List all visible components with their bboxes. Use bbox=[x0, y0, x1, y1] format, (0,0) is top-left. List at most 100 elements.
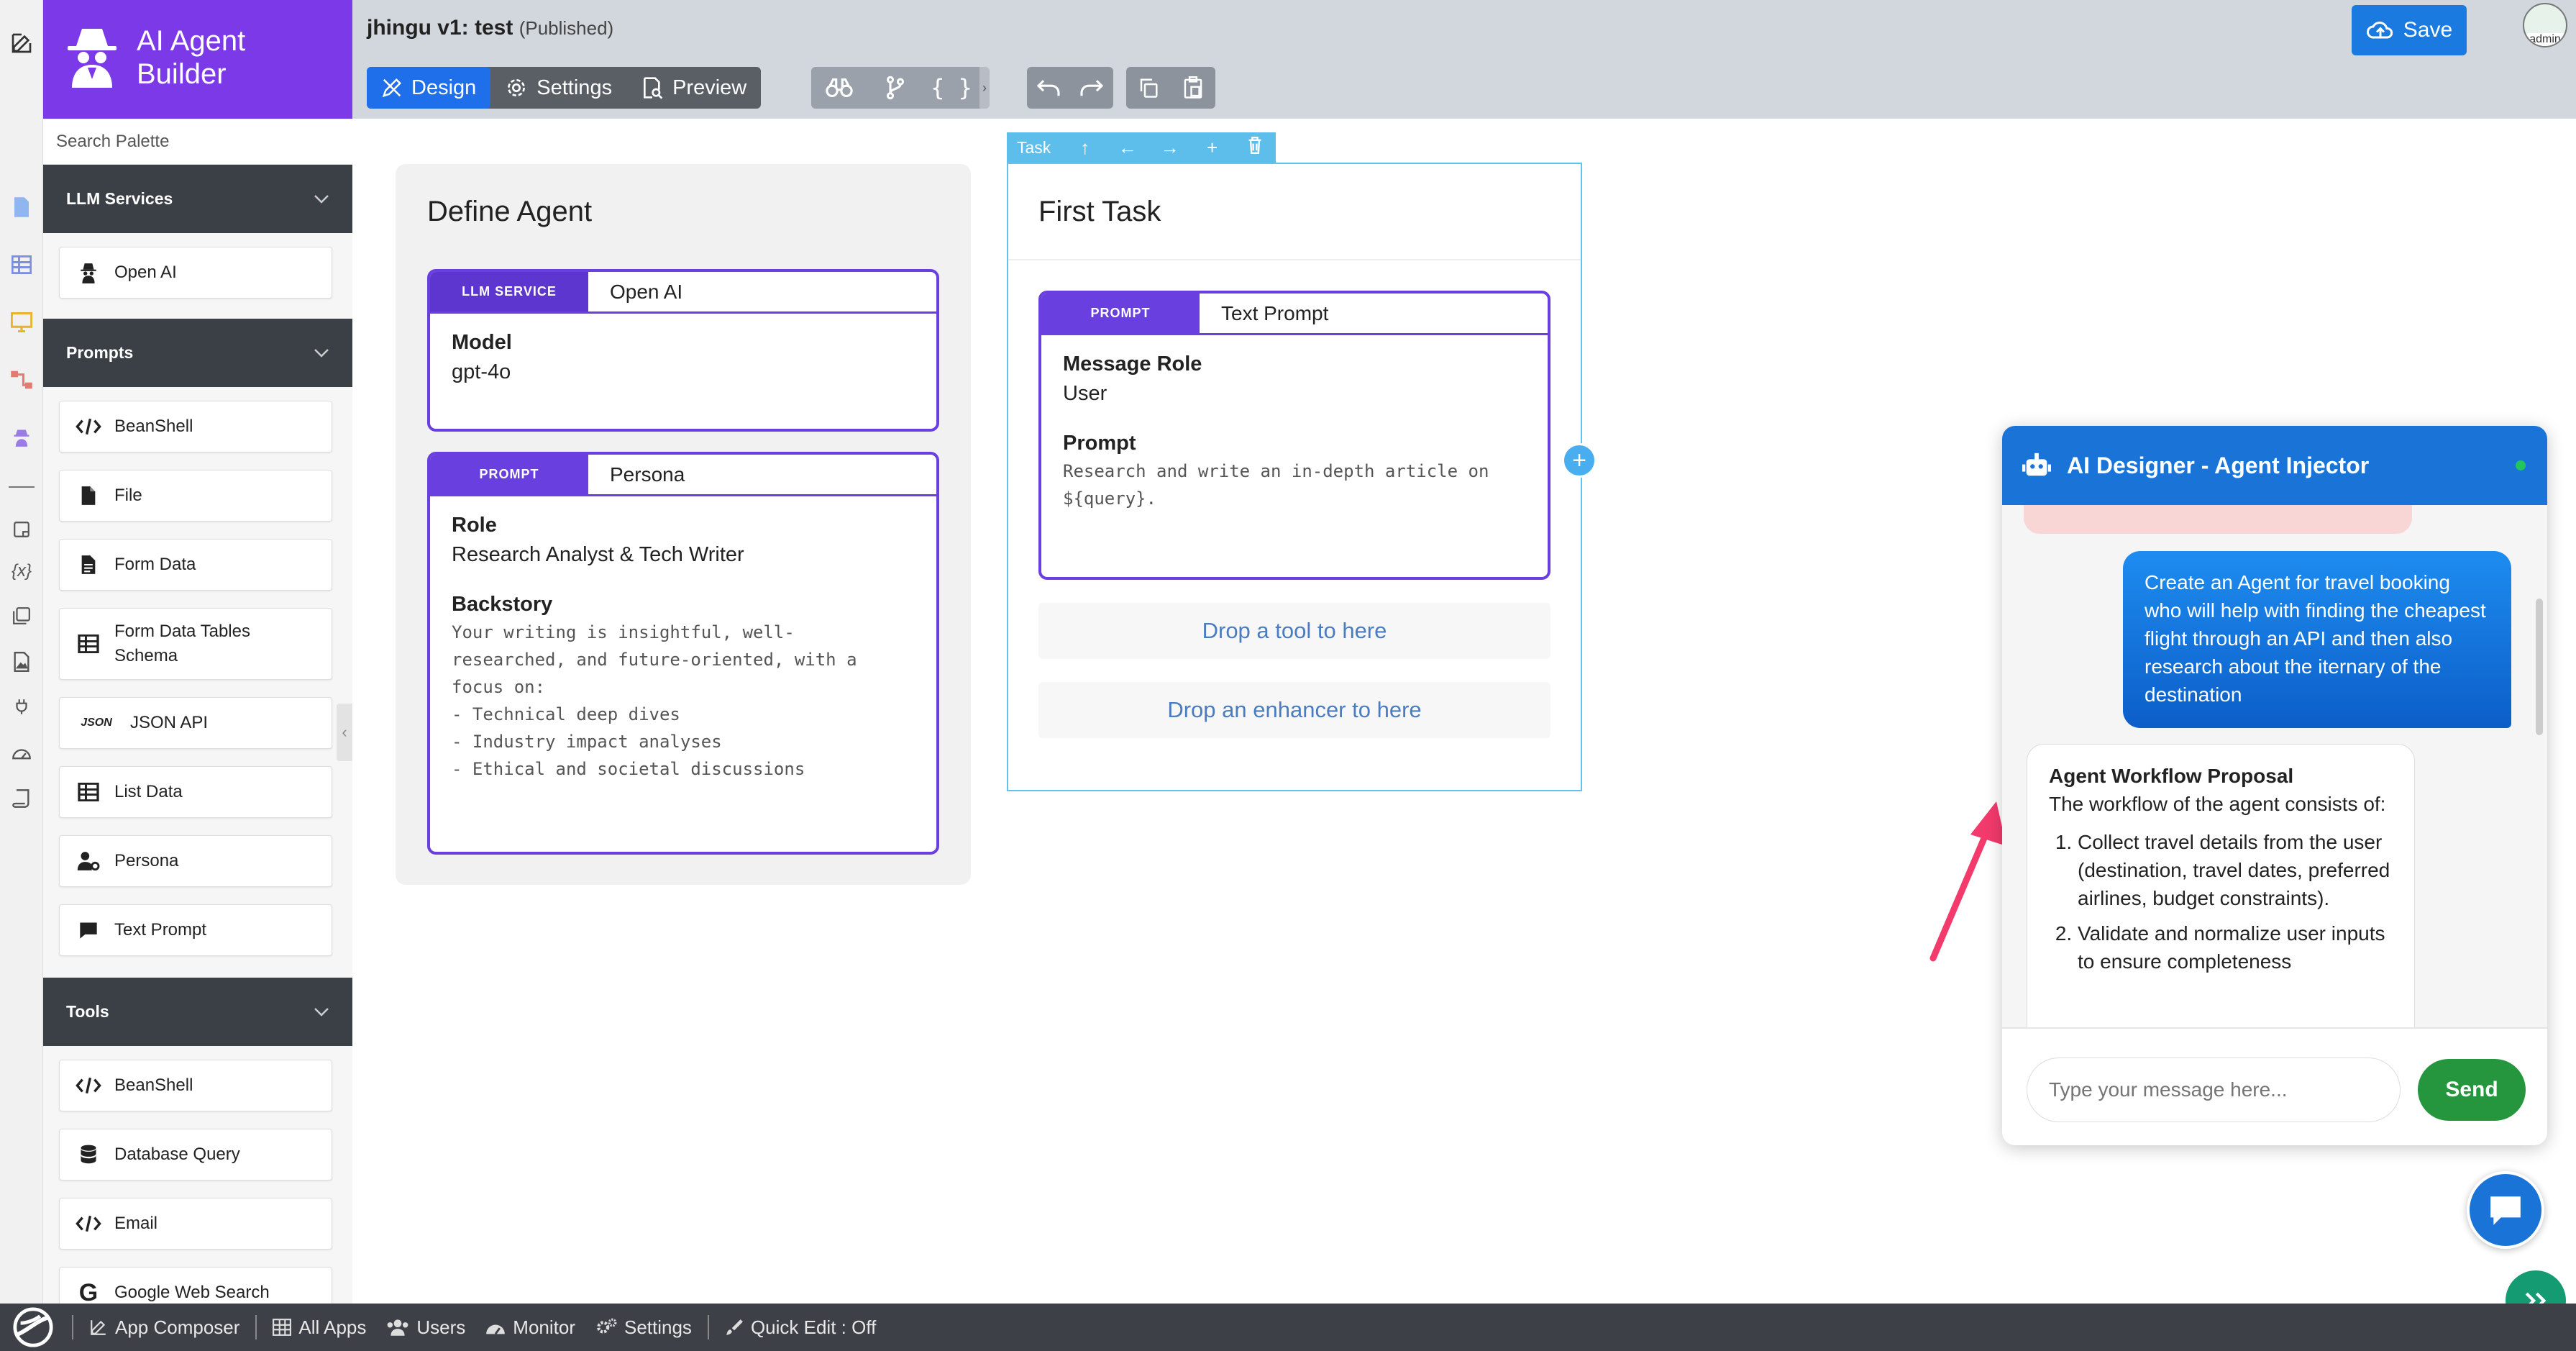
chat-toggle-button[interactable] bbox=[2467, 1171, 2544, 1249]
section-tools[interactable]: Tools bbox=[43, 978, 352, 1046]
move-left-icon[interactable]: ← bbox=[1106, 137, 1148, 159]
send-button[interactable]: Send bbox=[2418, 1059, 2526, 1121]
agent-icon bbox=[76, 262, 101, 283]
card-title: First Task bbox=[1038, 196, 1161, 227]
card-divider bbox=[1008, 259, 1581, 260]
image-file-icon[interactable] bbox=[10, 650, 33, 673]
add-task-icon[interactable]: + bbox=[1562, 443, 1597, 478]
chevron-down-icon bbox=[314, 194, 329, 204]
note-icon[interactable] bbox=[10, 518, 33, 541]
first-task-card[interactable]: First Task PROMPT Text Prompt Message Ro… bbox=[1007, 163, 1582, 791]
user-avatar[interactable]: admin bbox=[2523, 3, 2567, 47]
monitor-link[interactable]: Monitor bbox=[475, 1316, 585, 1339]
online-status-dot bbox=[2516, 460, 2526, 470]
previous-message-bubble bbox=[2024, 505, 2412, 534]
plugin-icon[interactable] bbox=[10, 695, 33, 718]
agent-icon[interactable] bbox=[10, 426, 33, 449]
palette-item-text-prompt[interactable]: Text Prompt bbox=[59, 904, 332, 956]
all-apps-link[interactable]: All Apps bbox=[262, 1316, 376, 1339]
redo-icon[interactable] bbox=[1070, 67, 1113, 109]
preview-icon bbox=[644, 77, 663, 99]
drop-enhancer-zone[interactable]: Drop an enhancer to here bbox=[1038, 682, 1550, 738]
design-tab[interactable]: Design bbox=[367, 67, 491, 109]
script-icon[interactable] bbox=[10, 787, 33, 810]
component-tag: PROMPT bbox=[1041, 294, 1200, 333]
paste-icon[interactable] bbox=[1171, 67, 1215, 109]
drop-tool-zone[interactable]: Drop a tool to here bbox=[1038, 603, 1550, 659]
code-icon bbox=[76, 1077, 101, 1094]
search-palette-input[interactable]: Search Palette bbox=[43, 119, 352, 165]
persona-component[interactable]: PROMPT Persona Role Research Analyst & T… bbox=[427, 452, 939, 855]
gallery-icon[interactable] bbox=[10, 604, 33, 627]
text-prompt-component[interactable]: PROMPT Text Prompt Message Role User Pro… bbox=[1038, 291, 1550, 580]
palette-item-google-web-search[interactable]: G Google Web Search bbox=[59, 1267, 332, 1304]
robot-icon bbox=[2022, 452, 2051, 476]
dashboard-icon[interactable] bbox=[10, 741, 33, 764]
monitor-icon[interactable] bbox=[10, 311, 33, 334]
component-tag: LLM SERVICE bbox=[430, 272, 588, 311]
chat-header: AI Designer - Agent Injector bbox=[2002, 426, 2547, 505]
workflow-icon[interactable] bbox=[10, 368, 33, 391]
tools-toolbar: { } › bbox=[811, 67, 990, 109]
toolbar-expand-icon[interactable]: › bbox=[979, 67, 990, 109]
section-title: LLM Services bbox=[66, 189, 173, 208]
chat-scrollbar[interactable] bbox=[2536, 599, 2543, 735]
palette-item-file[interactable]: File bbox=[59, 470, 332, 522]
move-up-icon[interactable]: ↑ bbox=[1064, 137, 1106, 159]
palette-item-beanshell[interactable]: BeanShell bbox=[59, 401, 332, 452]
gauge-icon bbox=[486, 1324, 506, 1335]
publish-status: (Published) bbox=[519, 17, 614, 39]
branch-icon[interactable] bbox=[867, 67, 923, 109]
variable-icon[interactable]: {x} bbox=[10, 560, 33, 583]
palette-item-json-api[interactable]: JSON JSON API bbox=[59, 697, 332, 749]
component-tag: PROMPT bbox=[430, 455, 588, 494]
edit-icon bbox=[91, 1320, 106, 1335]
move-right-icon[interactable]: → bbox=[1148, 137, 1191, 159]
undo-icon[interactable] bbox=[1027, 67, 1070, 109]
model-value: gpt-4o bbox=[452, 360, 511, 383]
table-icon bbox=[76, 634, 101, 653]
chat-messages[interactable]: Create an Agent for travel booking who w… bbox=[2002, 505, 2547, 1027]
palette-item-form-data[interactable]: Form Data bbox=[59, 539, 332, 591]
bot-message-intro: The workflow of the agent consists of: bbox=[2049, 793, 2386, 815]
message-role-label: Message Role bbox=[1063, 352, 1202, 376]
settings-tab[interactable]: Settings bbox=[490, 67, 626, 109]
palette-item-form-data-tables-schema[interactable]: Form Data Tables Schema bbox=[59, 608, 332, 680]
document-icon[interactable] bbox=[10, 196, 33, 219]
palette-item-open-ai[interactable]: Open AI bbox=[59, 247, 332, 299]
preview-tab[interactable]: Preview bbox=[626, 67, 761, 109]
component-name: Open AI bbox=[610, 280, 683, 303]
logo-icon[interactable] bbox=[0, 1304, 66, 1351]
add-icon[interactable]: + bbox=[1191, 137, 1233, 159]
settings-link[interactable]: Settings bbox=[585, 1316, 702, 1339]
left-icon-rail: {x} bbox=[0, 0, 43, 1304]
palette-item-list-data[interactable]: List Data bbox=[59, 766, 332, 818]
section-llm-services[interactable]: LLM Services bbox=[43, 165, 352, 233]
collapse-palette-handle[interactable]: ‹ bbox=[337, 704, 352, 761]
spy-agent-icon bbox=[63, 26, 121, 91]
palette-item-persona[interactable]: Persona bbox=[59, 835, 332, 887]
quick-edit-toggle[interactable]: Quick Edit : Off bbox=[715, 1316, 886, 1339]
user-gear-icon bbox=[76, 851, 101, 871]
role-value: Research Analyst & Tech Writer bbox=[452, 543, 744, 566]
llm-service-component[interactable]: LLM SERVICE Open AI Model gpt-4o bbox=[427, 269, 939, 432]
edit-icon[interactable] bbox=[10, 32, 33, 55]
user-message-bubble: Create an Agent for travel booking who w… bbox=[2123, 551, 2511, 728]
table-icon[interactable] bbox=[10, 253, 33, 276]
save-button[interactable]: Save bbox=[2352, 5, 2467, 55]
copy-icon[interactable] bbox=[1126, 67, 1171, 109]
gear-icon bbox=[508, 79, 526, 96]
bot-message-title: Agent Workflow Proposal bbox=[2049, 765, 2294, 787]
form-icon bbox=[76, 555, 101, 575]
app-composer-link[interactable]: App Composer bbox=[79, 1316, 250, 1339]
palette-item-tool-beanshell[interactable]: BeanShell bbox=[59, 1060, 332, 1111]
section-prompts[interactable]: Prompts bbox=[43, 319, 352, 387]
palette-item-database-query[interactable]: Database Query bbox=[59, 1129, 332, 1181]
binoculars-icon[interactable] bbox=[811, 67, 867, 109]
users-link[interactable]: Users bbox=[376, 1316, 475, 1339]
trash-icon[interactable] bbox=[1233, 136, 1276, 159]
chat-message-input[interactable] bbox=[2027, 1057, 2401, 1122]
palette-item-email[interactable]: Email bbox=[59, 1198, 332, 1250]
code-braces-icon[interactable]: { } bbox=[923, 67, 979, 109]
design-icon bbox=[382, 78, 402, 98]
